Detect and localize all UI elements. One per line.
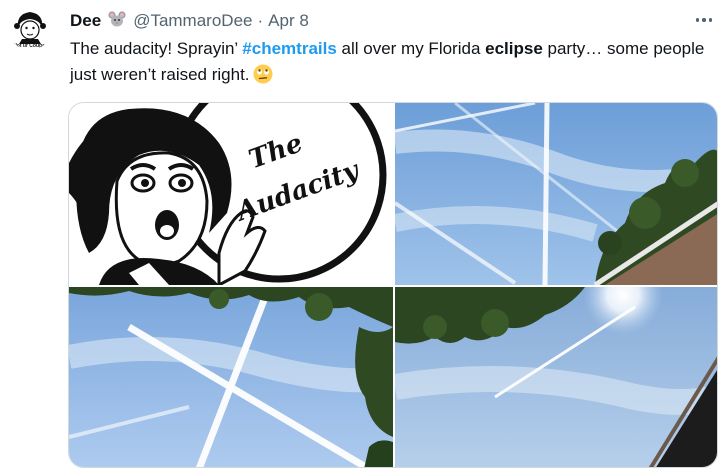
author-avatar[interactable]: Not ur Cougar xyxy=(8,6,52,50)
tweet-header: Dee @TammaroDee · Apr 8 xyxy=(70,10,718,32)
author-handle[interactable]: @TammaroDee xyxy=(133,11,252,31)
author-name[interactable]: Dee xyxy=(70,11,101,31)
tweet-text: The audacity! Sprayin’ #chemtrails all o… xyxy=(70,36,720,88)
tweet-text-part: all over my Florida xyxy=(336,39,486,58)
avatar-caption: Not ur Cougar xyxy=(13,43,47,49)
audacity-logo-image[interactable]: The Audacity xyxy=(69,103,393,285)
tweet-text-part: The audacity! Sprayin’ xyxy=(70,39,243,58)
tweet-date[interactable]: Apr 8 xyxy=(268,11,309,31)
more-options-icon[interactable] xyxy=(692,10,716,30)
bold-keyword: eclipse xyxy=(485,39,543,58)
media-grid: The Audacity xyxy=(68,102,718,468)
sky-contrails-photo-1[interactable] xyxy=(395,103,717,285)
eye-roll-emoji xyxy=(253,64,273,84)
mouse-icon xyxy=(107,10,127,33)
header-separator: · xyxy=(257,11,264,30)
sky-contrails-photo-2[interactable] xyxy=(69,287,393,467)
sky-contrails-photo-3[interactable] xyxy=(395,287,717,467)
hashtag-link[interactable]: #chemtrails xyxy=(242,39,337,58)
